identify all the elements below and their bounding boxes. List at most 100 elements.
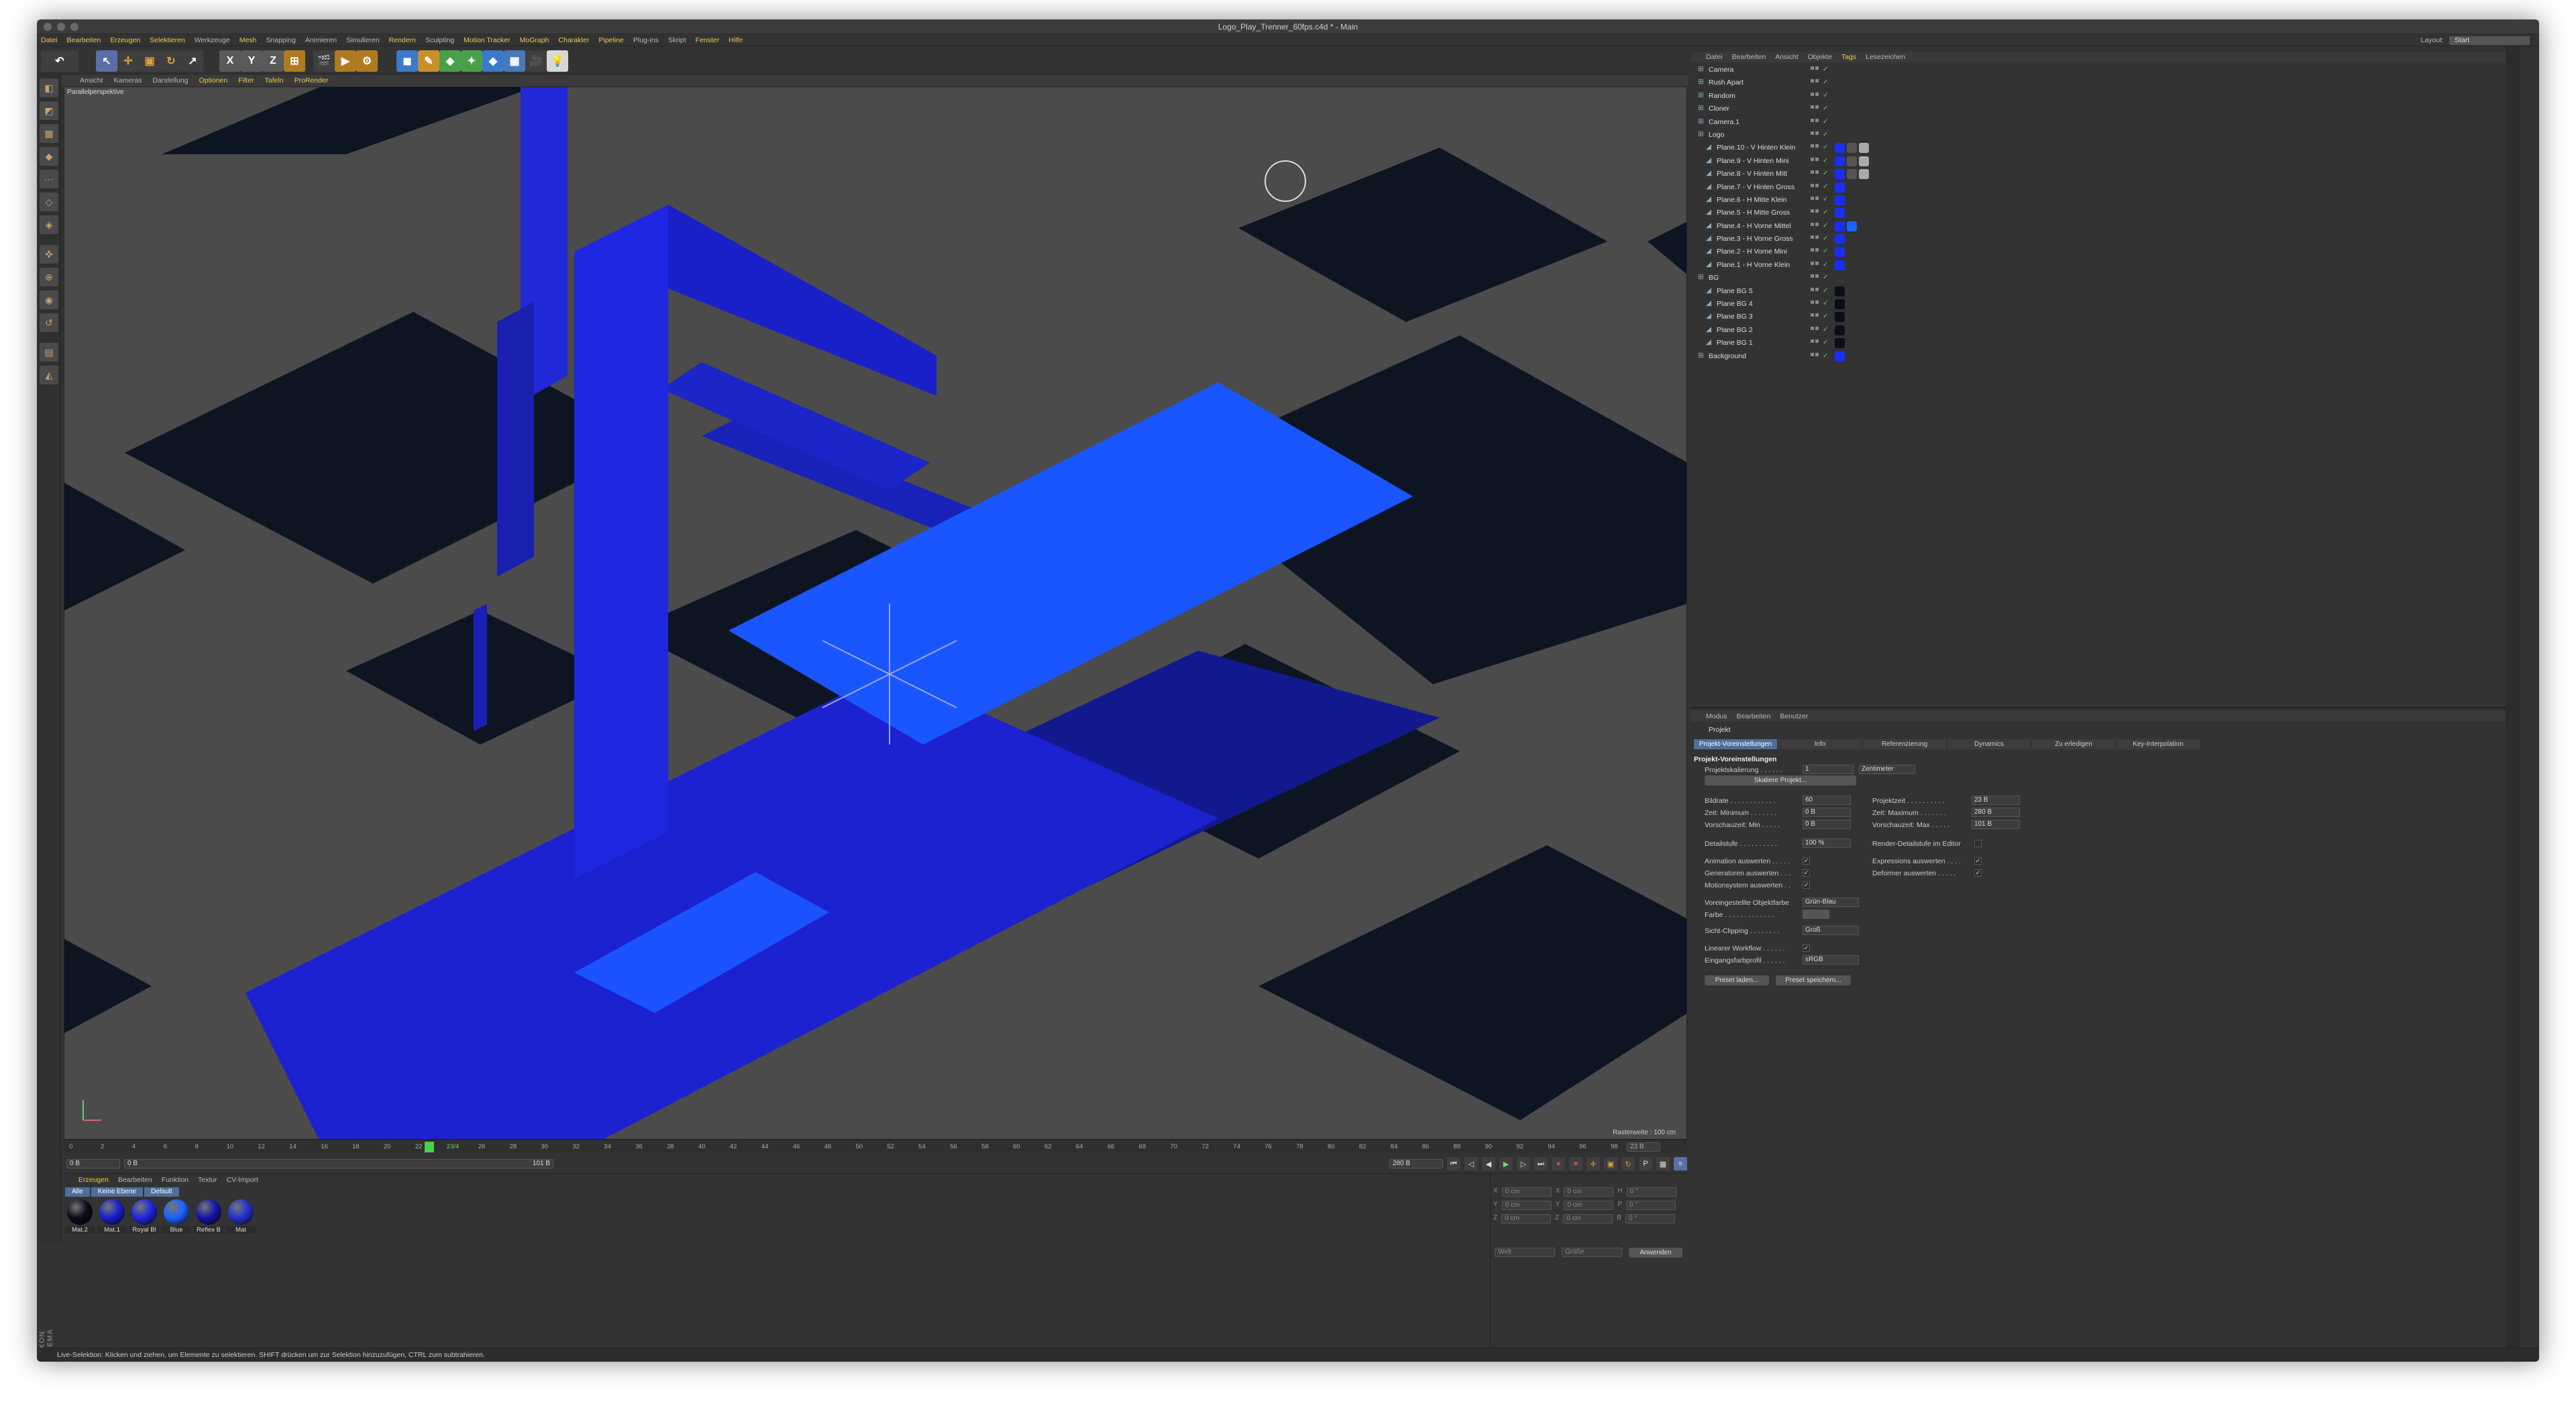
- play-icon[interactable]: ▶: [1499, 1157, 1513, 1171]
- array-icon[interactable]: ✦: [461, 50, 482, 72]
- render-view-icon[interactable]: 🎬: [313, 50, 335, 72]
- preview-range-slider[interactable]: 0 B 101 B: [124, 1159, 553, 1169]
- material-menu-item[interactable]: Erzeugen: [78, 1176, 109, 1184]
- object-row[interactable]: ⊞ Random ✓: [1691, 90, 2520, 103]
- menu-item[interactable]: Datei: [41, 36, 58, 44]
- rotate-icon[interactable]: ↻: [160, 50, 182, 72]
- zeit-max-field[interactable]: 280 B: [1972, 808, 2020, 817]
- eingangsfarbprofil-select[interactable]: sRGB: [1803, 955, 1859, 965]
- enabled-check-icon[interactable]: ✓: [1823, 92, 1828, 99]
- points-mode-icon[interactable]: ⋯: [40, 170, 58, 188]
- preset-save-button[interactable]: Preset speichern...: [1776, 975, 1851, 985]
- detailstufe-field[interactable]: 100 %: [1803, 838, 1851, 848]
- material-tag-icon[interactable]: [1835, 143, 1845, 154]
- enabled-check-icon[interactable]: ✓: [1823, 157, 1828, 164]
- object-row[interactable]: ⊞ Camera.1 ✓: [1691, 116, 2520, 129]
- live-selection-icon[interactable]: ↖: [96, 50, 117, 72]
- light-icon[interactable]: 💡: [547, 50, 568, 72]
- object-menu-item[interactable]: Bearbeiten: [1732, 53, 1766, 61]
- visibility-dots[interactable]: [1811, 196, 1820, 203]
- twist-icon[interactable]: ↺: [40, 313, 58, 332]
- object-row[interactable]: ◢ Plane.7 - V Hinten Gross ✓: [1691, 181, 2520, 194]
- menu-item[interactable]: Bearbeiten: [67, 36, 101, 44]
- attribute-tab[interactable]: Zu erledigen: [2032, 739, 2115, 749]
- expressions-checkbox[interactable]: ✓: [1974, 857, 1982, 865]
- y-axis-icon[interactable]: Y: [241, 50, 262, 72]
- visibility-dots[interactable]: [1811, 183, 1820, 191]
- undo-redo-icon[interactable]: ↶: [41, 50, 78, 72]
- texture-mode-icon[interactable]: ▩: [40, 124, 58, 143]
- enabled-check-icon[interactable]: ✓: [1823, 287, 1828, 294]
- vorschau-min-field[interactable]: 0 B: [1803, 820, 1851, 829]
- object-row[interactable]: ◢ Plane.3 - H Vorne Gross ✓: [1691, 233, 2520, 246]
- clipping-select[interactable]: Groß: [1803, 926, 1859, 935]
- material-tag-icon[interactable]: [1835, 286, 1845, 296]
- visibility-dots[interactable]: [1811, 287, 1820, 294]
- menu-item[interactable]: Motion Tracker: [464, 36, 510, 44]
- object-row[interactable]: ⊞ Cloner ✓: [1691, 103, 2520, 116]
- object-row[interactable]: ◢ Plane.8 - V Hinten Mitt ✓: [1691, 168, 2520, 181]
- make-editable-icon[interactable]: ◧: [40, 78, 58, 97]
- material-tag-icon[interactable]: [1835, 195, 1845, 205]
- enabled-check-icon[interactable]: ✓: [1823, 105, 1828, 112]
- viewport-menu-item[interactable]: Kameras: [113, 76, 142, 85]
- coord-rotation-field[interactable]: 0 °: [1626, 1187, 1676, 1197]
- menu-item[interactable]: MoGraph: [520, 36, 549, 44]
- apply-button[interactable]: Anwenden: [1629, 1248, 1682, 1258]
- attribute-tab[interactable]: Info: [1778, 739, 1862, 749]
- object-row[interactable]: ◢ Plane.10 - V Hinten Klein ✓: [1691, 142, 2520, 155]
- material-tag-icon[interactable]: [1835, 338, 1845, 349]
- enabled-check-icon[interactable]: ✓: [1823, 209, 1828, 216]
- grid-icon[interactable]: ▤: [40, 343, 58, 362]
- material-tag-icon[interactable]: [1835, 325, 1845, 335]
- visibility-dots[interactable]: [1811, 79, 1820, 86]
- material-tag-icon[interactable]: [1835, 351, 1845, 362]
- material-filter-tab[interactable]: Keine Ebene: [91, 1187, 143, 1197]
- render-detail-checkbox[interactable]: [1974, 840, 1982, 847]
- key-rotation-icon[interactable]: ↻: [1621, 1157, 1635, 1171]
- key-position-icon[interactable]: ✛: [1587, 1157, 1600, 1171]
- window-controls[interactable]: [44, 23, 78, 31]
- enabled-check-icon[interactable]: ✓: [1823, 339, 1828, 346]
- material-filter-tab[interactable]: Default: [144, 1187, 179, 1197]
- enabled-check-icon[interactable]: ✓: [1823, 78, 1828, 86]
- attribute-tab[interactable]: Dynamics: [1947, 739, 2031, 749]
- material-tag-icon[interactable]: [1859, 169, 1869, 180]
- render-picture-icon[interactable]: ▶: [335, 50, 356, 72]
- material-tag-icon[interactable]: [1835, 260, 1845, 270]
- enabled-check-icon[interactable]: ✓: [1823, 300, 1828, 307]
- menu-item[interactable]: Pipeline: [599, 36, 624, 44]
- material-swatch[interactable]: Mat.2: [65, 1199, 95, 1237]
- material-tag-icon[interactable]: [1835, 208, 1845, 219]
- menu-item[interactable]: Mesh: [239, 36, 257, 44]
- object-row[interactable]: ◢ Plane.1 - H Vorne Klein ✓: [1691, 259, 2520, 272]
- camera-icon[interactable]: 🎥: [525, 50, 547, 72]
- lock-workplane-icon[interactable]: ◉: [40, 290, 58, 309]
- enabled-check-icon[interactable]: ✓: [1823, 248, 1828, 255]
- enabled-check-icon[interactable]: ✓: [1823, 235, 1828, 242]
- key-scale-icon[interactable]: ▣: [1604, 1157, 1617, 1171]
- pen-icon[interactable]: ✎: [418, 50, 439, 72]
- enabled-check-icon[interactable]: ✓: [1823, 131, 1828, 138]
- layout-switcher[interactable]: Layout: Start: [2421, 34, 2530, 46]
- material-tag-icon[interactable]: [1835, 156, 1845, 166]
- enabled-check-icon[interactable]: ✓: [1823, 326, 1828, 333]
- go-to-start-icon[interactable]: ⏮: [1447, 1157, 1460, 1171]
- viewport-menu-item[interactable]: ProRender: [294, 76, 329, 85]
- attribute-menu-item[interactable]: Benutzer: [1780, 712, 1808, 720]
- close-dot-icon[interactable]: [44, 23, 52, 31]
- material-swatch[interactable]: Royal Bl: [129, 1199, 159, 1237]
- viewport-3d[interactable]: Parallelperspektive Rasterweite : 100 cm: [64, 87, 1687, 1140]
- menu-item[interactable]: Snapping: [266, 36, 295, 44]
- go-to-end-icon[interactable]: ⏭: [1534, 1157, 1548, 1171]
- enabled-check-icon[interactable]: ✓: [1823, 313, 1828, 320]
- material-tag-icon[interactable]: [1859, 143, 1869, 154]
- deformers-checkbox[interactable]: ✓: [1974, 869, 1982, 877]
- viewport-menu-item[interactable]: Darstellung: [152, 76, 188, 85]
- menu-item[interactable]: Animieren: [305, 36, 337, 44]
- coord-rotation-field[interactable]: 0 °: [1625, 1214, 1675, 1224]
- panel-side-tabs[interactable]: [2506, 46, 2520, 1348]
- coord-mode-select[interactable]: Welt: [1495, 1248, 1555, 1257]
- object-row[interactable]: ◢ Plane.2 - H Vorne Mini ✓: [1691, 246, 2520, 259]
- visibility-dots[interactable]: [1811, 105, 1820, 112]
